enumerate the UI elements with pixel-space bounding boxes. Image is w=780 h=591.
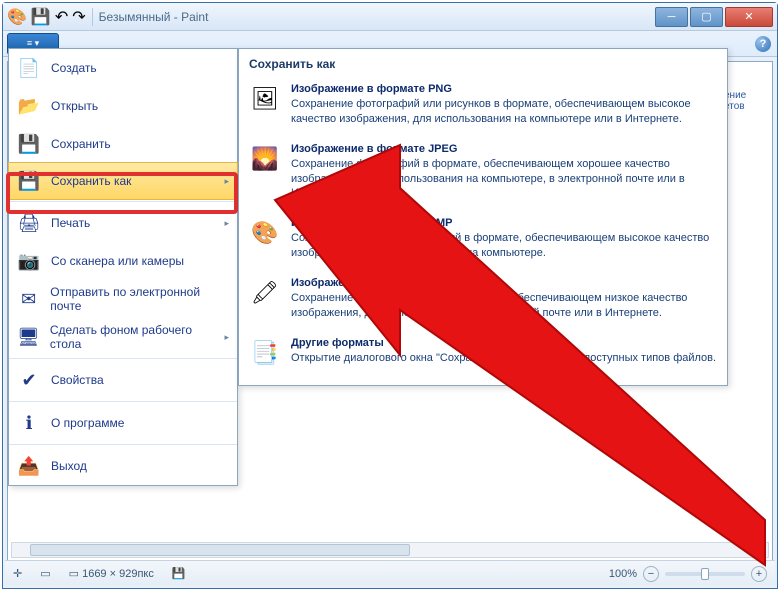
option-heading: Изображение в формате BMP bbox=[291, 217, 717, 229]
saveas-option-2[interactable]: 🎨 Изображение в формате BMP Сохранение люб… bbox=[239, 211, 727, 271]
horizontal-scrollbar[interactable] bbox=[11, 542, 769, 558]
file-menu-item-new[interactable]: 📄 Создать bbox=[9, 49, 237, 87]
format-icon: 🖼 bbox=[249, 83, 281, 115]
format-icon: 🎨 bbox=[249, 217, 281, 249]
panel-fragment: ение етов bbox=[724, 90, 764, 112]
option-heading: Изображение в формате JPEG bbox=[291, 143, 717, 155]
window-title: Безымянный - Paint bbox=[99, 10, 209, 24]
file-menu-item-scanner[interactable]: 📷 Со сканера или камеры bbox=[9, 242, 237, 280]
saveas-option-4[interactable]: 📑 Другие форматы Открытие диалогового окна… bbox=[239, 331, 727, 379]
about-icon: ℹ bbox=[17, 411, 41, 435]
menu-item-label: Отправить по электронной почте bbox=[50, 285, 229, 313]
menu-item-label: О программе bbox=[51, 416, 124, 430]
file-menu-item-about[interactable]: ℹ О программе bbox=[9, 404, 237, 442]
file-size-icon: 💾 bbox=[172, 567, 186, 580]
option-description: Сохранение фотографий в формате, обеспеч… bbox=[291, 157, 717, 202]
menu-item-label: Выход bbox=[51, 459, 87, 473]
file-menu-item-email[interactable]: ✉ Отправить по электронной почте bbox=[9, 280, 237, 318]
option-heading: Другие форматы bbox=[291, 337, 716, 349]
close-button[interactable]: ✕ bbox=[725, 7, 773, 27]
zoom-in-button[interactable]: + bbox=[751, 566, 767, 582]
window-controls: ─ ▢ ✕ bbox=[655, 7, 773, 27]
redo-icon[interactable]: ↷ bbox=[72, 7, 85, 27]
minimize-button[interactable]: ─ bbox=[655, 7, 688, 27]
saveas-submenu: Сохранить как 🖼 Изображение в формате PNG… bbox=[238, 48, 728, 386]
app-icon: 🎨 bbox=[7, 7, 27, 27]
save-icon[interactable]: 💾 bbox=[31, 7, 51, 27]
undo-icon[interactable]: ↶ bbox=[55, 7, 68, 27]
format-icon: 🖍 bbox=[249, 277, 281, 309]
save-icon: 💾 bbox=[17, 132, 41, 156]
saveas-option-1[interactable]: 🌄 Изображение в формате JPEG Сохранение фо… bbox=[239, 137, 727, 212]
file-menu-item-save[interactable]: 💾 Сохранить bbox=[9, 125, 237, 163]
saveas-option-3[interactable]: 🖍 Изображение в формате GIF Сохранение про… bbox=[239, 271, 727, 331]
zoom-out-button[interactable]: − bbox=[643, 566, 659, 582]
zoom-control: 100% − + bbox=[609, 566, 767, 582]
exit-icon: 📤 bbox=[17, 454, 41, 478]
file-menu-item-wallpaper[interactable]: 🖥 Сделать фоном рабочего стола ▸ bbox=[9, 318, 237, 356]
help-button[interactable]: ? bbox=[755, 36, 771, 52]
option-heading: Изображение в формате PNG bbox=[291, 83, 717, 95]
file-menu: 📄 Создать 📂 Открыть 💾 Сохранить 💾 Сохранить как… bbox=[8, 48, 238, 486]
chevron-right-icon: ▸ bbox=[224, 176, 229, 187]
menu-item-label: Сделать фоном рабочего стола bbox=[50, 323, 215, 351]
submenu-title: Сохранить как bbox=[239, 49, 727, 77]
scrollbar-thumb[interactable] bbox=[30, 544, 410, 556]
cursor-pos-icon: ✛ bbox=[13, 567, 22, 580]
canvas-size: ▭ 1669 × 929пкс bbox=[69, 567, 154, 580]
titlebar: 🎨 💾 ↶ ↷ Безымянный - Paint ─ ▢ ✕ bbox=[3, 3, 777, 31]
file-menu-item-exit[interactable]: 📤 Выход bbox=[9, 447, 237, 485]
file-menu-item-saveas[interactable]: 💾 Сохранить как ▸ bbox=[8, 162, 238, 200]
scanner-icon: 📷 bbox=[17, 249, 41, 273]
menu-item-label: Сохранить как bbox=[51, 174, 131, 188]
properties-icon: ✔ bbox=[17, 368, 41, 392]
chevron-right-icon: ▸ bbox=[224, 332, 229, 343]
menu-item-label: Сохранить bbox=[51, 137, 111, 151]
menu-item-label: Создать bbox=[51, 61, 97, 75]
option-description: Сохранение фотографий или рисунков в фор… bbox=[291, 97, 717, 127]
file-menu-item-properties[interactable]: ✔ Свойства bbox=[9, 361, 237, 399]
print-icon: 🖨 bbox=[17, 211, 41, 235]
menu-item-label: Со сканера или камеры bbox=[51, 254, 184, 268]
menu-item-label: Свойства bbox=[51, 373, 104, 387]
selection-size-icon: ▭ bbox=[40, 567, 50, 580]
zoom-value: 100% bbox=[609, 568, 637, 580]
format-icon: 🌄 bbox=[249, 143, 281, 175]
option-description: Открытие диалогового окна "Сохранить как… bbox=[291, 351, 716, 366]
open-icon: 📂 bbox=[17, 94, 41, 118]
menu-item-label: Открыть bbox=[51, 99, 98, 113]
statusbar: ✛ ▭ ▭ 1669 × 929пкс 💾 100% − + bbox=[5, 560, 775, 586]
zoom-slider-thumb[interactable] bbox=[701, 568, 709, 580]
saveas-option-0[interactable]: 🖼 Изображение в формате PNG Сохранение фот… bbox=[239, 77, 727, 137]
file-menu-item-open[interactable]: 📂 Открыть bbox=[9, 87, 237, 125]
menu-item-label: Печать bbox=[51, 216, 90, 230]
option-description: Сохранение любых изображений в формате, … bbox=[291, 231, 717, 261]
wallpaper-icon: 🖥 bbox=[17, 325, 40, 349]
separator bbox=[92, 8, 93, 26]
file-menu-item-print[interactable]: 🖨 Печать ▸ bbox=[9, 204, 237, 242]
option-heading: Изображение в формате GIF bbox=[291, 277, 717, 289]
zoom-slider[interactable] bbox=[665, 572, 745, 576]
email-icon: ✉ bbox=[17, 287, 40, 311]
chevron-right-icon: ▸ bbox=[224, 218, 229, 229]
saveas-icon: 💾 bbox=[17, 169, 41, 193]
new-icon: 📄 bbox=[17, 56, 41, 80]
maximize-button[interactable]: ▢ bbox=[690, 7, 723, 27]
format-icon: 📑 bbox=[249, 337, 281, 369]
option-description: Сохранение простых рисунков в формате, о… bbox=[291, 291, 717, 321]
quick-access-toolbar: 🎨 💾 ↶ ↷ bbox=[7, 7, 86, 27]
